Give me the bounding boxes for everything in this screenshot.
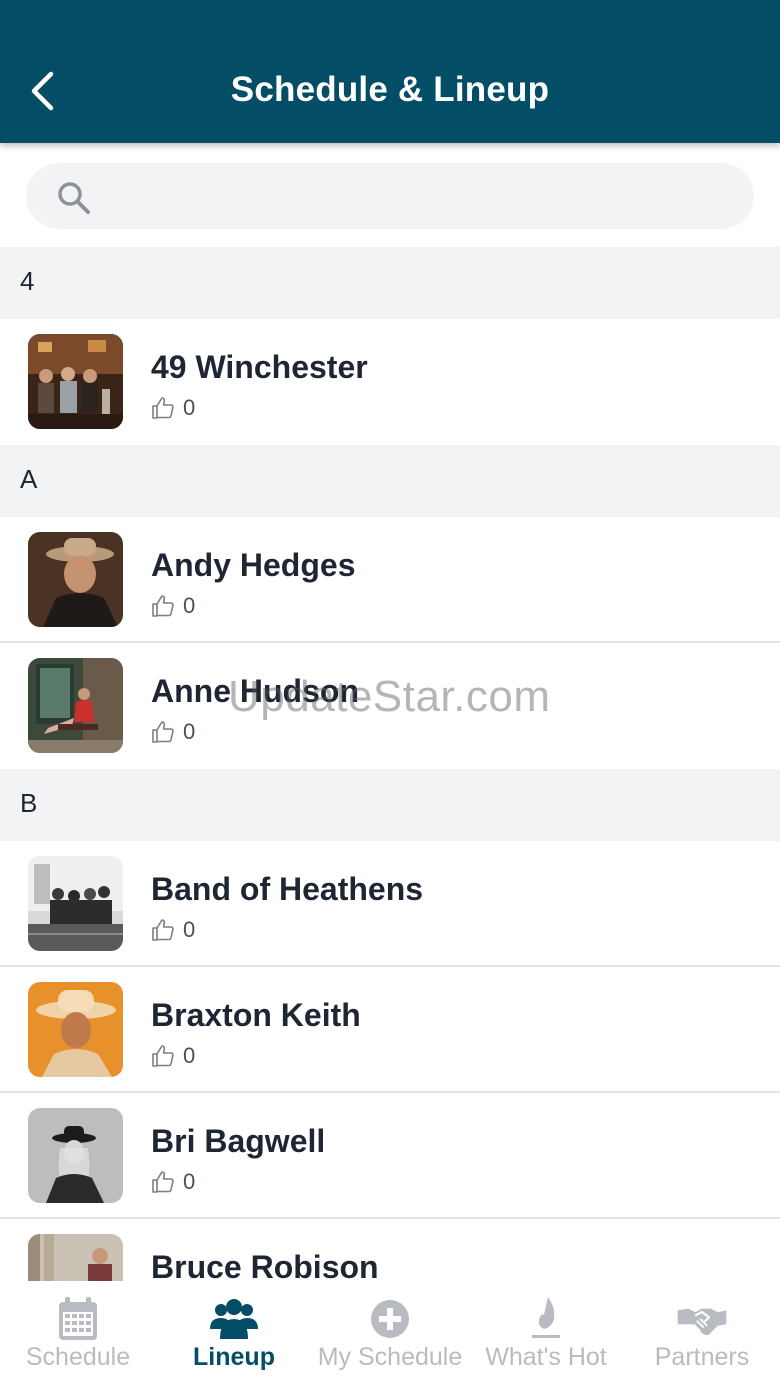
tab-schedule[interactable]: Schedule <box>0 1281 156 1387</box>
tab-partners[interactable]: Partners <box>624 1281 780 1387</box>
tab-whats-hot[interactable]: What's Hot <box>468 1281 624 1387</box>
list-item[interactable]: Band of Heathens 0 <box>0 841 780 967</box>
artist-photo <box>28 658 123 753</box>
tab-label: Schedule <box>25 1343 131 1371</box>
thumbs-up-icon <box>152 721 174 743</box>
artist-photo <box>28 1108 123 1203</box>
list-item[interactable]: Andy Hedges 0 <box>0 517 780 643</box>
like-count-value: 0 <box>183 395 196 420</box>
list-item[interactable]: 49 Winchester 0 <box>0 319 780 445</box>
group-icon <box>210 1299 258 1339</box>
thumbs-up-icon <box>152 1045 174 1067</box>
like-count[interactable]: 0 <box>151 395 195 421</box>
thumbs-up-icon <box>152 919 174 941</box>
artist-photo <box>28 334 123 429</box>
like-count[interactable]: 0 <box>151 719 195 745</box>
artist-photo <box>28 982 123 1077</box>
list-item[interactable]: Bruce Robison <box>0 1219 780 1281</box>
bottom-tab-bar: Schedule Lineup My Schedule What's Hot P… <box>0 1281 780 1387</box>
list-item[interactable]: Anne Hudson 0 <box>0 643 780 769</box>
thumbs-up-icon <box>152 397 174 419</box>
calendar-icon <box>59 1297 97 1340</box>
search-icon <box>58 182 90 214</box>
like-count-value: 0 <box>183 917 196 942</box>
section-header-4: 4 <box>0 247 780 319</box>
artist-name: Bri Bagwell <box>151 1123 326 1159</box>
artist-name: Anne Hudson <box>151 673 359 709</box>
tab-label: Partners <box>654 1343 750 1371</box>
list-item[interactable]: Bri Bagwell 0 <box>0 1093 780 1219</box>
artist-photo <box>28 1234 123 1281</box>
tab-label: What's Hot <box>485 1343 607 1371</box>
search-input[interactable] <box>110 173 730 219</box>
thumbs-up-icon <box>152 595 174 617</box>
page-title: Schedule & Lineup <box>230 70 550 109</box>
like-count-value: 0 <box>183 1043 196 1068</box>
search-box[interactable] <box>26 163 754 229</box>
list-item[interactable]: Braxton Keith 0 <box>0 967 780 1093</box>
tab-lineup[interactable]: Lineup <box>156 1281 312 1387</box>
like-count-value: 0 <box>183 1169 196 1194</box>
lineup-list: 4 49 Winchester 0 A Andy Hedges 0 Anne H… <box>0 247 780 1281</box>
artist-name: 49 Winchester <box>151 349 368 385</box>
app-header: Schedule & Lineup <box>0 0 780 143</box>
artist-name: Braxton Keith <box>151 997 361 1033</box>
tab-label: My Schedule <box>317 1343 463 1371</box>
like-count-value: 0 <box>183 719 196 744</box>
artist-photo <box>28 856 123 951</box>
plus-circle-icon <box>371 1300 409 1338</box>
section-header-b: B <box>0 769 780 841</box>
search-bar <box>0 143 780 247</box>
like-count[interactable]: 0 <box>151 1169 195 1195</box>
like-count-value: 0 <box>183 593 196 618</box>
flame-icon <box>532 1297 560 1338</box>
like-count[interactable]: 0 <box>151 593 195 619</box>
tab-my-schedule[interactable]: My Schedule <box>312 1281 468 1387</box>
handshake-icon <box>677 1308 727 1336</box>
artist-photo <box>28 532 123 627</box>
tab-label: Lineup <box>193 1343 275 1371</box>
section-header-a: A <box>0 445 780 517</box>
like-count[interactable]: 0 <box>151 1043 195 1069</box>
thumbs-up-icon <box>152 1171 174 1193</box>
artist-name: Andy Hedges <box>151 547 356 583</box>
artist-name: Band of Heathens <box>151 871 424 907</box>
like-count[interactable]: 0 <box>151 917 195 943</box>
artist-name: Bruce Robison <box>151 1249 379 1281</box>
